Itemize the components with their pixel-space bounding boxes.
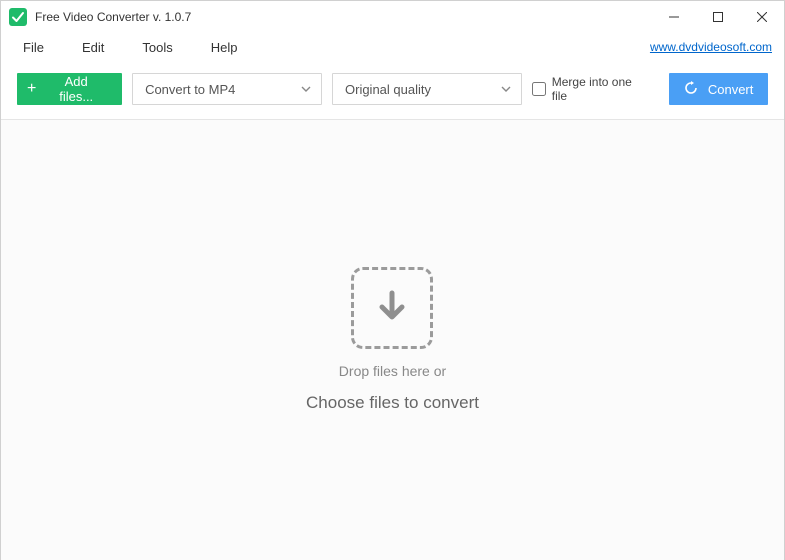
main-area: Drop files here or Choose files to conve… [1,120,784,560]
convert-label: Convert [708,82,754,97]
add-files-button[interactable]: + Add files... [17,73,122,105]
app-icon [9,8,27,26]
menu-edit[interactable]: Edit [72,36,114,59]
menu-file[interactable]: File [13,36,54,59]
arrow-down-icon [372,287,412,330]
refresh-icon [684,81,698,98]
titlebar: Free Video Converter v. 1.0.7 [1,1,784,33]
add-files-label: Add files... [46,74,106,104]
maximize-button[interactable] [696,1,740,33]
toolbar: + Add files... Convert to MP4 Original q… [1,61,784,120]
chevron-down-icon [501,86,511,92]
quality-selected: Original quality [345,82,501,97]
chevron-down-icon [301,86,311,92]
plus-icon: + [27,81,36,97]
window-title: Free Video Converter v. 1.0.7 [35,10,652,24]
dropzone-text-1: Drop files here or [339,363,446,379]
minimize-button[interactable] [652,1,696,33]
merge-checkbox[interactable] [532,82,546,96]
format-dropdown[interactable]: Convert to MP4 [132,73,322,105]
vendor-link[interactable]: www.dvdvideosoft.com [650,40,772,54]
window-controls [652,1,784,33]
quality-dropdown[interactable]: Original quality [332,73,522,105]
convert-button[interactable]: Convert [669,73,768,105]
format-selected: Convert to MP4 [145,82,301,97]
menu-tools[interactable]: Tools [132,36,182,59]
menu-help[interactable]: Help [201,36,248,59]
merge-label: Merge into one file [552,75,649,103]
menubar: File Edit Tools Help www.dvdvideosoft.co… [1,33,784,61]
merge-checkbox-wrap[interactable]: Merge into one file [532,75,649,103]
close-button[interactable] [740,1,784,33]
dropzone[interactable]: Drop files here or Choose files to conve… [306,267,479,413]
dropzone-box [351,267,433,349]
dropzone-text-2: Choose files to convert [306,393,479,413]
